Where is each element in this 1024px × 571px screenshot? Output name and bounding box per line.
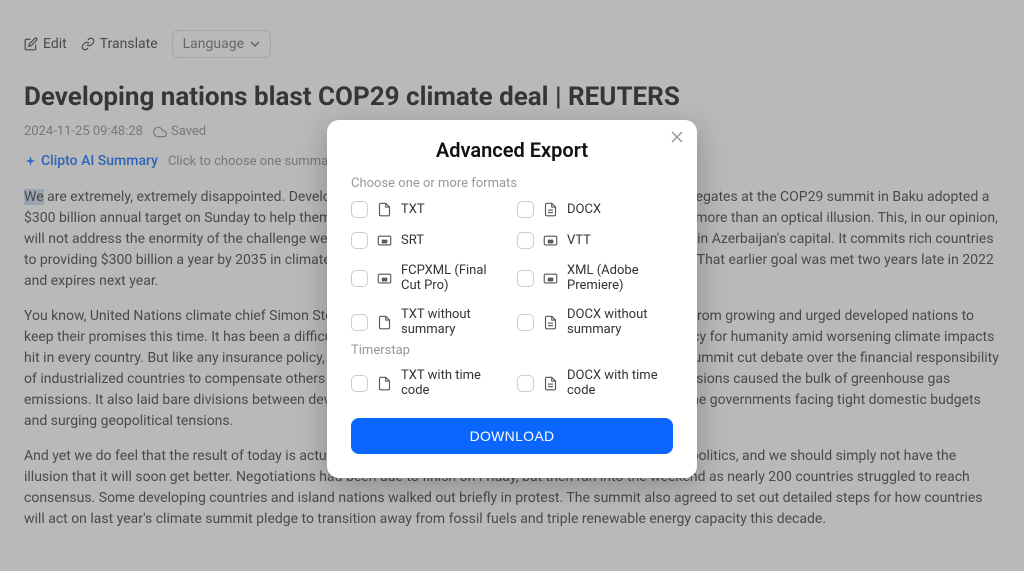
download-button[interactable]: DOWNLOAD [351,418,673,454]
svg-text:cc: cc [382,239,388,245]
checkbox[interactable] [517,201,534,218]
format-label: SRT [401,233,424,248]
checkbox[interactable] [517,232,534,249]
format-txt[interactable]: TXT [351,201,507,218]
checkbox[interactable] [351,232,368,249]
format-xml-adobe[interactable]: cc XML (Adobe Premiere) [517,263,673,293]
format-label: VTT [567,233,591,248]
format-docx-timecode[interactable]: DOCX with time code [517,368,673,398]
format-label: TXT [401,202,425,217]
file-icon [376,314,393,331]
timestamp-grid: TXT with time code DOCX with time code [351,368,673,398]
checkbox[interactable] [351,314,368,331]
checkbox[interactable] [517,314,534,331]
cc-icon: cc [376,270,393,287]
formats-section-label: Choose one or more formats [351,176,673,191]
checkbox[interactable] [517,375,534,392]
modal-overlay[interactable]: Advanced Export Choose one or more forma… [0,0,1024,571]
format-txt-timecode[interactable]: TXT with time code [351,368,507,398]
format-label: DOCX with time code [567,368,673,398]
cc-icon: cc [376,232,393,249]
svg-text:cc: cc [382,277,388,283]
format-label: DOCX without summary [567,307,673,337]
close-icon [671,131,683,143]
format-srt[interactable]: cc SRT [351,232,507,249]
cc-icon: cc [542,270,559,287]
format-label: TXT without summary [401,307,507,337]
file-lines-icon [542,375,559,392]
format-label: XML (Adobe Premiere) [567,263,673,293]
file-lines-icon [542,314,559,331]
format-label: DOCX [567,202,601,217]
file-lines-icon [542,201,559,218]
format-vtt[interactable]: cc VTT [517,232,673,249]
cc-icon: cc [542,232,559,249]
checkbox[interactable] [517,270,534,287]
format-label: TXT with time code [401,368,507,398]
svg-text:cc: cc [548,277,554,283]
checkbox[interactable] [351,375,368,392]
modal-title: Advanced Export [351,138,673,162]
svg-text:cc: cc [548,239,554,245]
timestamp-section-label: Timerstap [351,343,673,358]
formats-grid: TXT DOCX cc SRT cc VTT cc FCPXML (Final … [351,201,673,337]
format-fcpxml[interactable]: cc FCPXML (Final Cut Pro) [351,263,507,293]
format-txt-no-summary[interactable]: TXT without summary [351,307,507,337]
checkbox[interactable] [351,201,368,218]
export-modal: Advanced Export Choose one or more forma… [327,120,697,478]
checkbox[interactable] [351,270,368,287]
close-button[interactable] [671,130,683,148]
file-icon [376,201,393,218]
format-label: FCPXML (Final Cut Pro) [401,263,507,293]
format-docx-no-summary[interactable]: DOCX without summary [517,307,673,337]
format-docx[interactable]: DOCX [517,201,673,218]
file-icon [376,375,393,392]
